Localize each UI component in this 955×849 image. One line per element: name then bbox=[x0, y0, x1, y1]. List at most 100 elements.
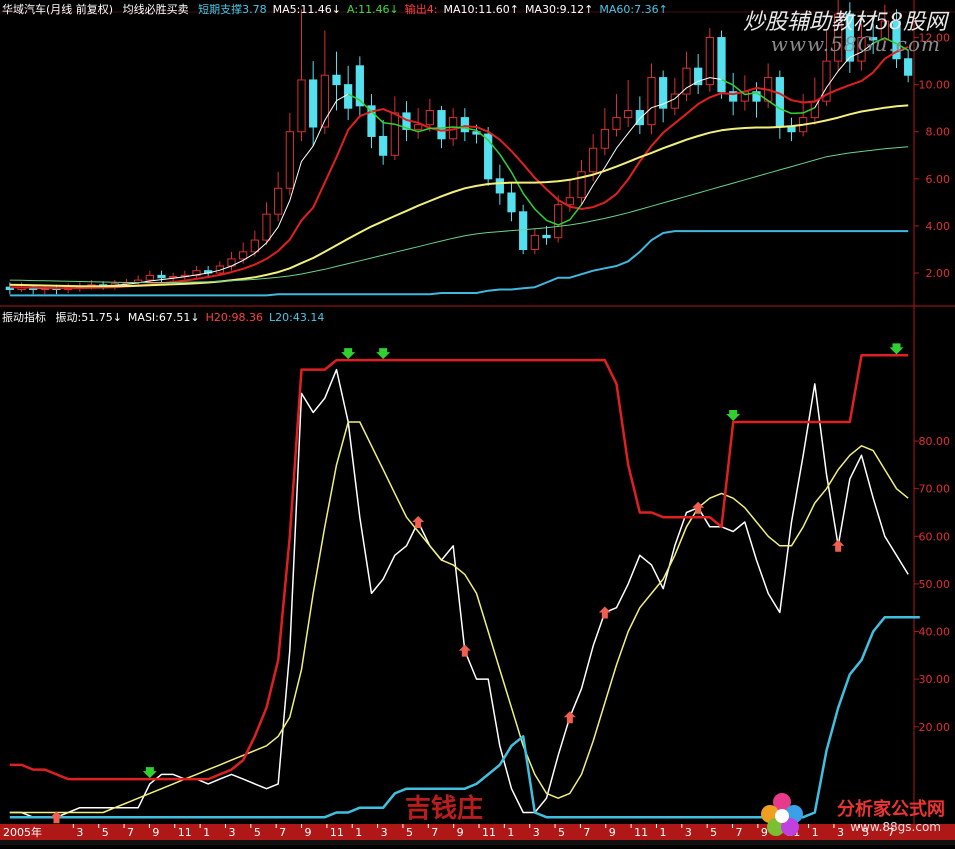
x-tick-label-3: 7 bbox=[127, 826, 134, 839]
bottom-tab-strip[interactable] bbox=[0, 840, 955, 845]
candle-body-23 bbox=[274, 187, 283, 215]
candle-body-55 bbox=[647, 77, 656, 126]
header-bottom-item-3: L20:43.14 bbox=[269, 311, 325, 324]
candle-body-35 bbox=[414, 124, 423, 130]
candle-body-46 bbox=[542, 234, 551, 239]
candle-body-13 bbox=[157, 274, 166, 279]
osc-tick-label-1: 30.00 bbox=[919, 673, 951, 686]
candle-body-20 bbox=[239, 251, 248, 260]
watermark-bottom-url: www.88gs.com bbox=[850, 820, 941, 834]
header-bottom: 振动指标 振动:51.75↓ MASI:67.51↓ H20:98.36 L20:43… bbox=[2, 309, 336, 325]
x-tick-label-10: 9 bbox=[305, 826, 312, 839]
candle-body-51 bbox=[600, 128, 609, 149]
x-tick-label-14: 5 bbox=[406, 826, 413, 839]
header-bottom-items: 振动:51.75↓ MASI:67.51↓ H20:98.36 L20:43.14 bbox=[56, 311, 331, 324]
x-tick-label-19: 3 bbox=[533, 826, 540, 839]
candle-body-28 bbox=[332, 74, 341, 86]
x-tick-label-13: 3 bbox=[381, 826, 388, 839]
x-tick-label-15: 7 bbox=[431, 826, 438, 839]
x-tick-label-20: 5 bbox=[558, 826, 565, 839]
candle-body-42 bbox=[495, 178, 504, 194]
candle-body-50 bbox=[589, 147, 598, 173]
x-axis-start-label: 2005年 bbox=[3, 825, 42, 839]
sell-arrow-icon-9 bbox=[726, 410, 741, 421]
candle-body-66 bbox=[775, 77, 784, 128]
x-tick-label-12: 1 bbox=[355, 826, 362, 839]
candle-body-29 bbox=[344, 84, 353, 109]
candle-body-44 bbox=[519, 211, 528, 250]
sell-arrow-icon-11 bbox=[889, 343, 904, 355]
buy-arrow-icon-5 bbox=[458, 644, 471, 657]
osc-tick-label-0: 20.00 bbox=[919, 721, 951, 734]
x-tick-label-4: 9 bbox=[152, 826, 159, 839]
watermark-logo-text: 吉钱庄 bbox=[405, 794, 484, 824]
price-series-line-1 bbox=[9, 46, 909, 290]
x-tick-label-9: 7 bbox=[279, 826, 286, 839]
header-top-items: 短期支撑3.78 MA5:11.46↓ A:11.46↓ 输出4: MA10:11.60… bbox=[198, 3, 674, 16]
osc-series-line-1 bbox=[9, 421, 909, 814]
x-tick-label-21: 7 bbox=[583, 826, 590, 839]
header-top-item-0: 短期支撑3.78 bbox=[198, 3, 267, 16]
osc-tick-label-2: 40.00 bbox=[919, 626, 951, 639]
header-top-item-5: MA30:9.12↑ bbox=[524, 3, 594, 16]
osc-tick-label-6: 80.00 bbox=[919, 435, 951, 448]
candle-body-61 bbox=[717, 37, 726, 93]
x-tick-label-24: 1 bbox=[659, 826, 666, 839]
header-top-item-4: MA10:11.60↑ bbox=[443, 3, 519, 16]
x-tick-label-30: 1 bbox=[812, 826, 819, 839]
price-tick-label-1: 4.00 bbox=[926, 220, 951, 233]
x-tick-label-2: 5 bbox=[102, 826, 109, 839]
chart-stage[interactable]: 2.00 4.00 6.00 8.00 10.00 12.00 20.00 30.00 40.0… bbox=[0, 0, 955, 845]
x-tick-label-31: 3 bbox=[837, 826, 844, 839]
candle-body-54 bbox=[635, 110, 644, 126]
oscillator-name: 振动指标 bbox=[2, 311, 46, 324]
candle-body-24 bbox=[285, 131, 294, 189]
flower-logo-icon bbox=[761, 793, 803, 836]
candle-body-45 bbox=[530, 234, 539, 250]
osc-tick-label-3: 50.00 bbox=[919, 578, 951, 591]
candle-body-43 bbox=[507, 192, 516, 213]
x-tick-label-23: 11 bbox=[634, 826, 648, 839]
x-tick-label-18: 1 bbox=[507, 826, 514, 839]
header-top: 华域汽车(月线 前复权) 均线必胜买卖 短期支撑3.78 MA5:11.46↓ A:… bbox=[2, 1, 680, 17]
x-tick-label-26: 5 bbox=[710, 826, 717, 839]
buy-arrow-icon-7 bbox=[598, 606, 611, 619]
candle-body-59 bbox=[694, 67, 703, 86]
header-top-item-6: MA60:7.36↑ bbox=[599, 3, 668, 16]
candle-body-26 bbox=[309, 79, 318, 128]
osc-series-line-2 bbox=[9, 354, 909, 781]
price-tick-label-4: 10.00 bbox=[919, 79, 951, 92]
sell-arrow-icon-3 bbox=[376, 348, 391, 360]
candle-body-22 bbox=[262, 213, 271, 241]
sell-arrow-icon-1 bbox=[142, 767, 157, 779]
candle-body-25 bbox=[297, 79, 306, 133]
candle-body-39 bbox=[460, 117, 469, 133]
indicator-name: 均线必胜买卖 bbox=[122, 3, 189, 16]
buy-arrow-icon-10 bbox=[832, 539, 845, 552]
watermark-bottom-title: 分析家公式网 bbox=[837, 799, 945, 820]
candle-body-32 bbox=[379, 135, 388, 156]
header-top-item-2: A:11.46↓ bbox=[347, 3, 399, 16]
header-top-item-1: MA5:11.46↓ bbox=[272, 3, 342, 16]
candle-body-33 bbox=[390, 112, 399, 156]
osc-tick-label-5: 70.00 bbox=[919, 483, 951, 496]
watermark-url: www.58Gu.com bbox=[770, 32, 941, 56]
x-tick-label-25: 3 bbox=[685, 826, 692, 839]
osc-series-line-0 bbox=[9, 368, 909, 818]
price-tick-label-2: 6.00 bbox=[926, 173, 951, 186]
chart-svg[interactable]: 2.004.006.008.0010.0012.0020.0030.0040.0… bbox=[0, 0, 955, 845]
osc-tick-label-4: 60.00 bbox=[919, 530, 951, 543]
header-top-item-3: 输出4: bbox=[404, 3, 438, 16]
x-tick-label-6: 1 bbox=[203, 826, 210, 839]
candle-body-27 bbox=[320, 74, 329, 128]
price-series-line-4 bbox=[9, 146, 909, 283]
x-tick-label-22: 9 bbox=[609, 826, 616, 839]
candle-body-47 bbox=[554, 204, 563, 239]
stock-name: 华域汽车(月线 前复权) bbox=[2, 3, 114, 16]
sell-arrow-icon-2 bbox=[341, 348, 356, 360]
x-tick-label-16: 9 bbox=[457, 826, 464, 839]
x-tick-label-1: 3 bbox=[76, 826, 83, 839]
candle-body-49 bbox=[577, 171, 586, 199]
price-tick-label-0: 2.00 bbox=[926, 267, 951, 280]
candle-body-36 bbox=[425, 110, 434, 126]
